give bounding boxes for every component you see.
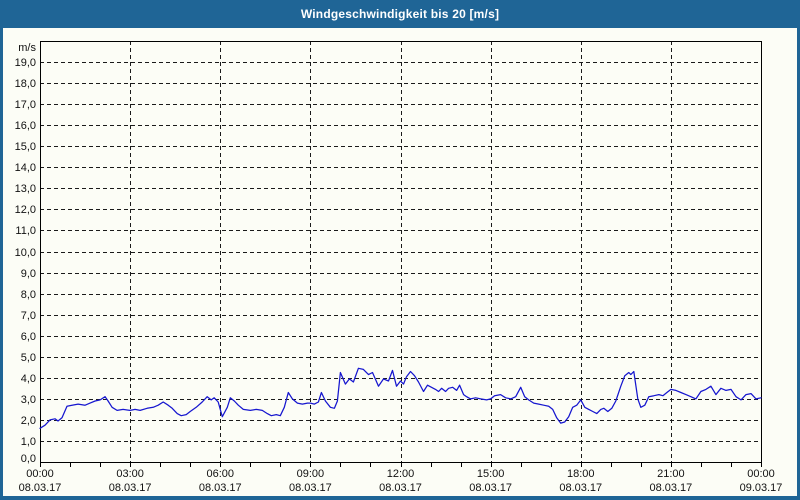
x-tick-time-label: 03:00 (116, 468, 144, 480)
y-tick-label: 7,0 (21, 310, 36, 322)
y-tick-label: 11,0 (15, 225, 36, 237)
chart-title-bar: Windgeschwindigkeit bis 20 [m/s] (0, 0, 800, 28)
x-axis-labels: 00:00 08.03.17 03:00 08.03.17 06:00 08.03.17 0… (19, 468, 783, 494)
y-tick-label: 13,0 (15, 183, 36, 195)
chart-window: Windgeschwindigkeit bis 20 [m/s] 0,0 1,0 2… (0, 0, 800, 500)
y-tick-label: 10,0 (15, 247, 36, 259)
x-tick-date-label: 09.03.17 (740, 482, 783, 494)
x-tick-date-label: 08.03.17 (109, 482, 152, 494)
y-tick-label: 8,0 (21, 289, 36, 301)
y-tick-label: 6,0 (21, 331, 36, 343)
y-tick-label: 12,0 (15, 204, 36, 216)
x-tick-time-label: 18:00 (567, 468, 595, 480)
x-tick-date-label: 08.03.17 (469, 482, 512, 494)
y-tick-label: 15,0 (15, 141, 36, 153)
y-tick-label: 19,0 (15, 57, 36, 69)
x-tick-time-label: 21:00 (657, 468, 685, 480)
x-tick-date-label: 08.03.17 (649, 482, 692, 494)
x-tick-date-label: 08.03.17 (19, 482, 62, 494)
x-tick-time-label: 12:00 (387, 468, 415, 480)
chart-title: Windgeschwindigkeit bis 20 [m/s] (300, 7, 500, 21)
y-tick-label: 5,0 (21, 352, 36, 364)
x-tick-date-label: 08.03.17 (289, 482, 332, 494)
x-tick-time-label: 09:00 (297, 468, 325, 480)
x-tick-date-label: 08.03.17 (379, 482, 422, 494)
y-axis-labels: 0,0 1,0 2,0 3,0 4,0 5,0 6,0 7,0 8,0 9,0 10,0 11,0 12… (15, 42, 37, 465)
x-tick-time-label: 15:00 (477, 468, 505, 480)
horizontal-gridlines (40, 62, 761, 442)
y-tick-label: 4,0 (21, 373, 36, 385)
y-axis-unit-label: m/s (18, 42, 36, 54)
y-tick-label: 18,0 (15, 78, 36, 90)
x-tick-time-label: 06:00 (206, 468, 234, 480)
y-tick-label: 2,0 (21, 415, 36, 427)
x-tick-time-label: 00:00 (747, 468, 775, 480)
x-axis-ticks (40, 463, 762, 467)
wind-speed-line (39, 367, 762, 429)
y-tick-label: 9,0 (21, 268, 36, 280)
x-tick-time-label: 00:00 (26, 468, 54, 480)
x-tick-date-label: 08.03.17 (559, 482, 602, 494)
y-tick-label: 1,0 (21, 436, 36, 448)
y-tick-label: 16,0 (15, 120, 36, 132)
y-tick-label: 3,0 (21, 394, 36, 406)
y-tick-label: 0,0 (21, 453, 36, 465)
y-tick-label: 17,0 (15, 99, 36, 111)
x-tick-date-label: 08.03.17 (199, 482, 242, 494)
y-tick-label: 14,0 (15, 162, 36, 174)
wind-speed-chart: 0,0 1,0 2,0 3,0 4,0 5,0 6,0 7,0 8,0 9,0 10,0 11,0 12… (15, 41, 783, 494)
